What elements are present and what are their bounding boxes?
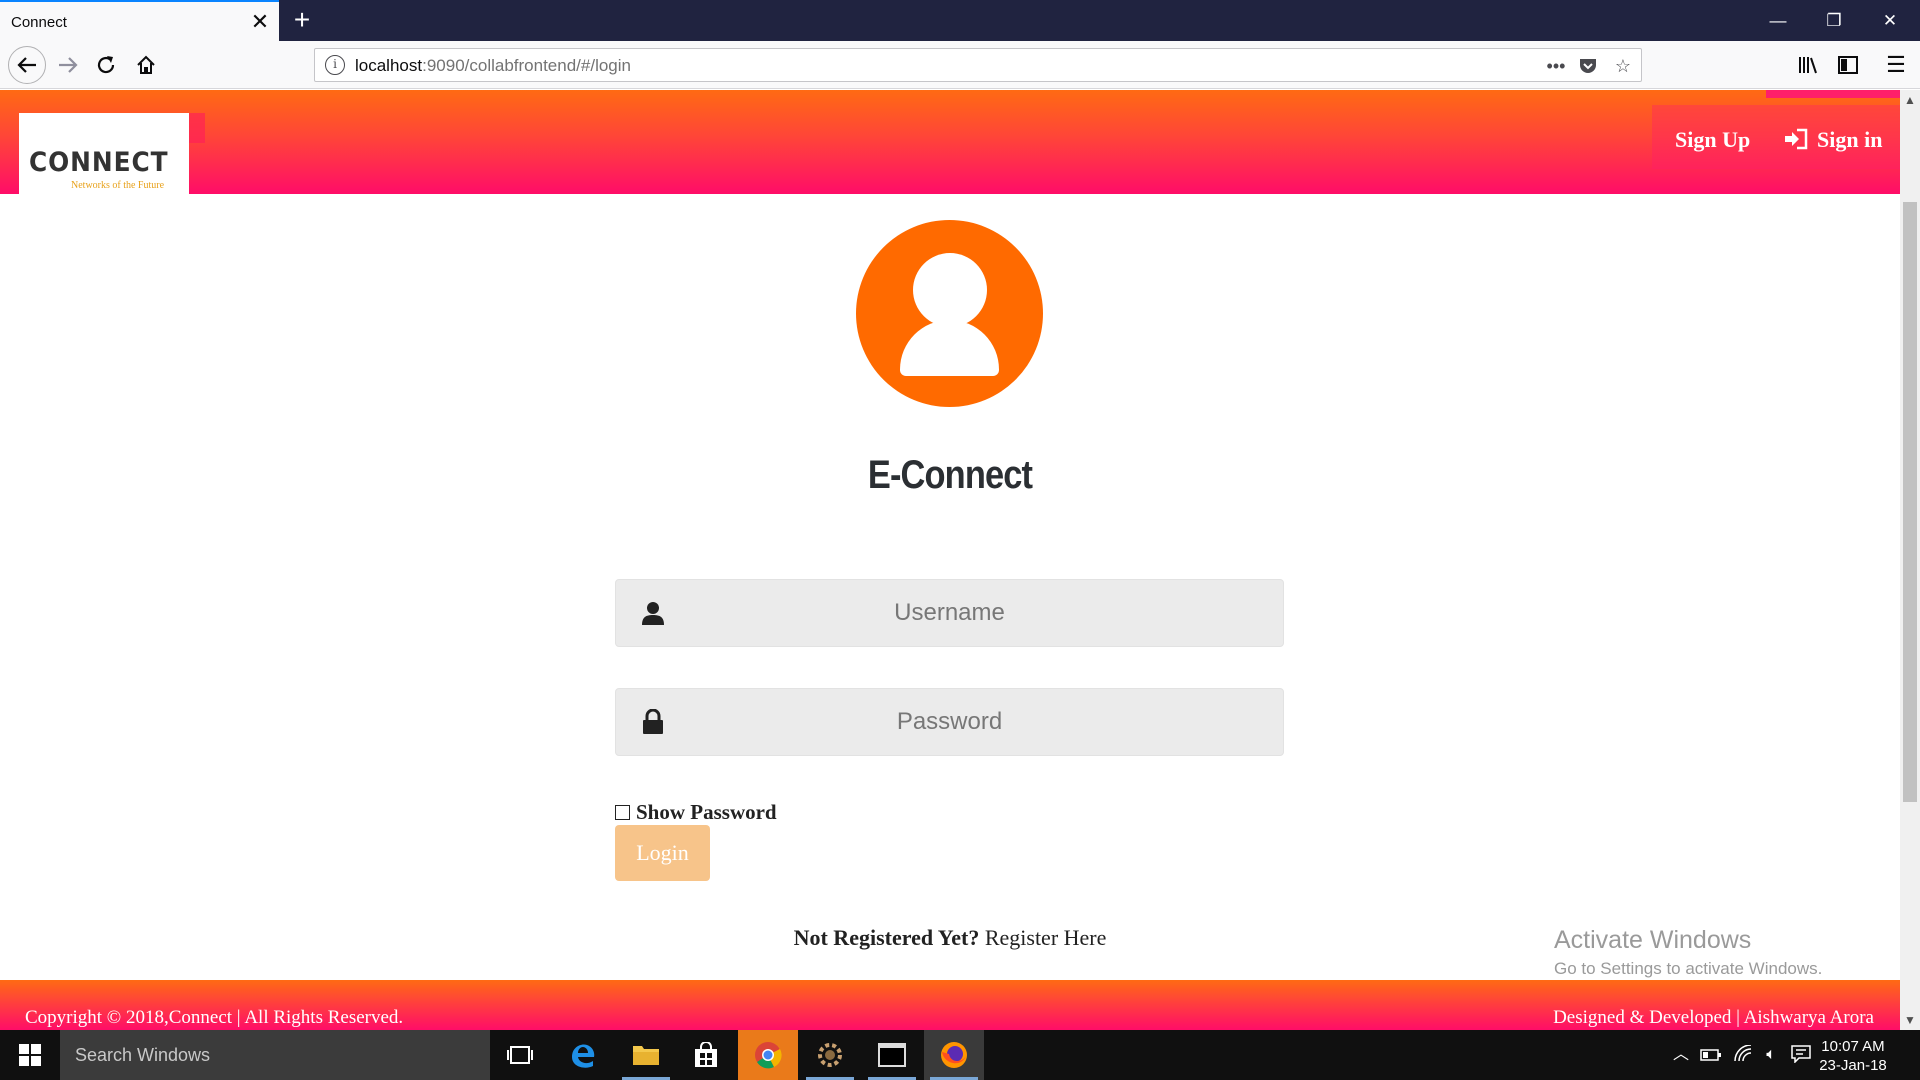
back-arrow-icon <box>17 57 36 73</box>
new-tab-button[interactable]: + <box>288 6 316 34</box>
page-actions-icon[interactable]: ••• <box>1543 53 1569 79</box>
watermark-subtitle: Go to Settings to activate Windows. <box>1554 959 1823 978</box>
site-logo[interactable]: CONNECT Networks of the Future <box>19 113 189 194</box>
close-window-button[interactable]: ✕ <box>1862 0 1918 41</box>
firefox-icon <box>941 1042 967 1068</box>
clock-time: 10:07 AM <box>1821 1038 1885 1055</box>
register-link[interactable]: Register Here <box>985 925 1107 950</box>
tab-title: Connect <box>11 14 67 31</box>
url-host: localhost <box>355 56 423 75</box>
reload-icon <box>97 56 115 74</box>
terminal-icon <box>878 1043 906 1067</box>
address-bar[interactable]: i localhost:9090/collabfrontend/#/login … <box>314 48 1642 82</box>
password-field[interactable] <box>615 688 1284 756</box>
footer-credits: Designed & Developed | Aishwarya Arora <box>1553 1007 1874 1028</box>
store-bag-icon <box>695 1042 717 1067</box>
watermark-title: Activate Windows <box>1554 926 1752 954</box>
taskbar-chrome[interactable] <box>738 1030 798 1080</box>
minimize-window-button[interactable]: — <box>1750 0 1806 41</box>
forward-arrow-icon <box>59 57 78 73</box>
volume-icon[interactable]: 🔈︎ <box>1760 1045 1782 1065</box>
url-path: :9090/collabfrontend/#/login <box>422 56 631 75</box>
sign-in-icon <box>1785 128 1808 150</box>
wifi-icon[interactable] <box>1732 1044 1754 1065</box>
web-page: CONNECT Networks of the Future Sign Up S… <box>0 90 1900 1030</box>
home-icon <box>137 55 155 74</box>
bookmark-star-icon[interactable]: ☆ <box>1610 53 1636 79</box>
chrome-icon <box>755 1042 782 1069</box>
action-center-icon[interactable] <box>1790 1045 1812 1065</box>
nav-topline <box>1766 90 1900 98</box>
login-button[interactable]: Login <box>615 825 710 881</box>
password-input[interactable] <box>616 689 1283 755</box>
scroll-up-icon[interactable]: ▲ <box>1900 92 1920 108</box>
register-prompt: Not Registered Yet? Register Here <box>700 925 1200 951</box>
tray-overflow-chevron-icon[interactable]: ︿ <box>1670 1045 1692 1065</box>
reload-button[interactable] <box>90 49 122 81</box>
restore-window-button[interactable]: ❐ <box>1806 0 1862 41</box>
home-button[interactable] <box>130 49 162 81</box>
site-header: CONNECT Networks of the Future Sign Up S… <box>0 90 1900 194</box>
avatar-body <box>900 320 999 376</box>
close-tab-icon[interactable]: ✕ <box>248 10 272 34</box>
task-view-button[interactable] <box>490 1030 550 1080</box>
url-text[interactable]: localhost:9090/collabfrontend/#/login <box>355 56 631 76</box>
task-view-icon <box>507 1046 533 1064</box>
username-field[interactable] <box>615 579 1284 647</box>
taskbar-file-explorer[interactable] <box>616 1030 676 1080</box>
user-avatar-icon <box>856 220 1043 407</box>
scroll-thumb[interactable] <box>1903 202 1917 802</box>
taskbar-store[interactable] <box>676 1030 736 1080</box>
browser-tab[interactable]: Connect ✕ <box>0 0 279 41</box>
signup-link[interactable]: Sign Up <box>1675 127 1750 153</box>
page-scrollbar[interactable]: ▲ ▼ <box>1900 90 1920 1030</box>
site-info-icon[interactable]: i <box>325 55 345 75</box>
taskbar-terminal[interactable] <box>862 1030 922 1080</box>
back-button[interactable] <box>8 46 46 84</box>
not-registered-text: Not Registered Yet? <box>793 925 980 950</box>
scroll-down-icon[interactable]: ▼ <box>1900 1012 1920 1028</box>
logo-accent <box>189 113 205 143</box>
sidebar-toggle-icon[interactable] <box>1832 49 1864 81</box>
show-password-checkbox[interactable] <box>615 804 630 820</box>
start-button[interactable] <box>0 1030 60 1080</box>
show-password-label[interactable]: Show Password <box>636 800 777 825</box>
battery-icon[interactable] <box>1700 1045 1722 1065</box>
avatar-head <box>913 253 987 327</box>
logo-tagline: Networks of the Future <box>71 180 165 191</box>
taskbar-clock[interactable]: 10:07 AM 23-Jan-18 <box>1818 1037 1888 1075</box>
username-input[interactable] <box>616 580 1283 646</box>
site-footer: Copyright © 2018,Connect | All Rights Re… <box>0 980 1900 1030</box>
taskbar-search-placeholder: Search Windows <box>75 1045 211 1065</box>
library-icon[interactable] <box>1792 49 1824 81</box>
browser-navbar: i localhost:9090/collabfrontend/#/login … <box>0 41 1920 89</box>
activate-windows-watermark: Activate Windows Go to Settings to activ… <box>1554 926 1822 979</box>
taskbar-search[interactable]: Search Windows <box>60 1030 490 1080</box>
signin-link[interactable]: Sign in <box>1817 127 1882 153</box>
browser-titlebar: Connect ✕ + — ❐ ✕ <box>0 0 1920 41</box>
show-password-row: Show Password <box>615 800 777 824</box>
windows-logo-icon <box>19 1044 41 1066</box>
app-title: E-Connect <box>867 453 1033 497</box>
folder-icon <box>633 1046 659 1065</box>
footer-copyright: Copyright © 2018,Connect | All Rights Re… <box>25 1007 404 1028</box>
pocket-icon[interactable] <box>1575 53 1601 79</box>
menu-hamburger-icon[interactable]: ☰ <box>1880 49 1912 81</box>
edge-icon <box>572 1044 595 1068</box>
gear-icon <box>818 1043 842 1067</box>
taskbar-firefox[interactable] <box>924 1030 984 1080</box>
taskbar-edge[interactable] <box>553 1030 613 1080</box>
taskbar-settings-app[interactable] <box>800 1030 860 1080</box>
forward-button[interactable] <box>52 49 84 81</box>
clock-date: 23-Jan-18 <box>1819 1057 1887 1074</box>
windows-taskbar: Search Windows ︿ 🔈︎ 10:07 AM 23-Jan-18 <box>0 1030 1920 1080</box>
logo-text: CONNECT <box>29 147 169 178</box>
